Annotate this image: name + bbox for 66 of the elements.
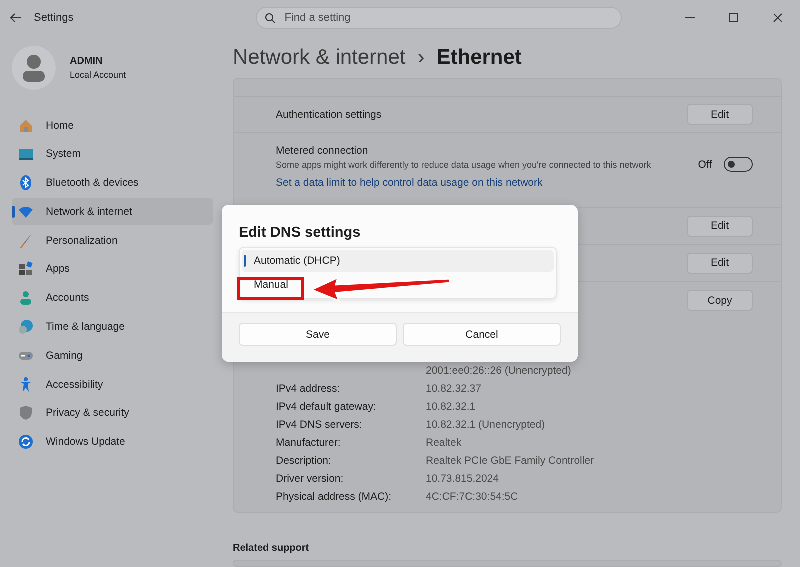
property-label: Manufacturer: — [276, 437, 342, 450]
sidebar-item[interactable]: Home — [12, 112, 213, 139]
breadcrumb-separator: › — [418, 46, 425, 70]
breadcrumb-link[interactable]: Network & internet — [233, 46, 406, 70]
user-name: ADMIN — [70, 56, 104, 67]
house-icon — [18, 118, 34, 134]
sidebar-item[interactable]: Accounts — [12, 284, 213, 312]
sync-icon — [18, 434, 34, 450]
toggle-switch[interactable] — [724, 157, 753, 172]
back-icon[interactable] — [10, 13, 22, 23]
property-value: 10.73.815.2024 — [426, 473, 500, 486]
bluetooth-icon — [18, 175, 34, 192]
person-icon — [18, 290, 34, 306]
property-value: 10.82.32.37 — [426, 383, 482, 396]
property-value: 2001:ee0:26::26 (Unencrypted) — [426, 365, 572, 378]
property-label: Physical address (MAC): — [276, 491, 393, 504]
sidebar-item[interactable]: Gaming — [12, 342, 213, 370]
property-value: 10.82.32.1 — [426, 401, 477, 414]
property-label: IPv4 default gateway: — [276, 401, 378, 414]
edit-button[interactable]: Edit — [687, 104, 753, 125]
sidebar-item[interactable]: Time & language — [12, 314, 213, 341]
globe-clock-icon — [18, 319, 34, 336]
account-type: Local Account — [70, 70, 126, 80]
accessibility-icon — [18, 376, 34, 393]
sidebar-item[interactable]: Windows Update — [12, 428, 213, 456]
close-icon[interactable] — [773, 13, 783, 23]
property-value: 10.82.32.1 (Unencrypted) — [426, 419, 546, 432]
setting-label: Metered connection — [276, 145, 370, 157]
search-field[interactable]: Find a setting — [256, 7, 622, 29]
sidebar-item[interactable]: Apps — [12, 256, 213, 283]
dialog-title: Edit DNS settings — [238, 224, 362, 243]
setting-label: Authentication settings — [276, 108, 383, 120]
save-button[interactable]: Save — [239, 323, 397, 346]
edit-button[interactable]: Edit — [687, 216, 753, 236]
sidebar-item[interactable]: Personalization — [12, 227, 213, 254]
apps-icon — [18, 261, 34, 278]
toggle-state: Off — [698, 158, 712, 170]
page-title: Ethernet — [436, 46, 522, 70]
property-label: IPv4 DNS servers: — [276, 419, 364, 432]
search-icon — [264, 13, 276, 24]
shield-icon — [18, 405, 34, 422]
property-value: Realtek PCIe GbE Family Controller — [426, 455, 596, 468]
section-heading: Related support — [233, 543, 310, 554]
property-label: Driver version: — [276, 473, 345, 486]
avatar-icon — [12, 46, 56, 90]
edit-button[interactable]: Edit — [687, 252, 753, 274]
highlight-rect — [238, 278, 304, 300]
property-label: Description: — [276, 455, 332, 468]
data-limit-link[interactable]: Set a data limit to help control data usage on this network — [276, 177, 543, 189]
sidebar-item[interactable]: Privacy & security — [12, 400, 213, 427]
sidebar-item[interactable]: Accessibility — [12, 371, 213, 398]
copy-button[interactable]: Copy — [687, 290, 753, 311]
brush-icon — [18, 232, 34, 249]
dropdown-option[interactable]: Manual — [242, 274, 554, 296]
dropdown-option[interactable]: Automatic (DHCP) — [242, 250, 554, 272]
property-value: Realtek — [426, 437, 463, 450]
sidebar-item[interactable]: System — [12, 140, 213, 168]
monitor-icon — [18, 146, 34, 162]
property-label: IPv4 address: — [276, 383, 342, 396]
window-title: Settings — [34, 12, 74, 24]
cancel-button[interactable]: Cancel — [403, 323, 561, 346]
setting-description: Some apps might work differently to reduce data usage when you're connected to this network — [276, 160, 652, 170]
maximize-icon[interactable] — [729, 13, 739, 23]
sidebar-item[interactable]: Network & internet — [12, 198, 213, 226]
sidebar-item[interactable]: Bluetooth & devices — [12, 170, 213, 197]
property-value: 4C:CF:7C:30:54:5C — [426, 491, 520, 504]
